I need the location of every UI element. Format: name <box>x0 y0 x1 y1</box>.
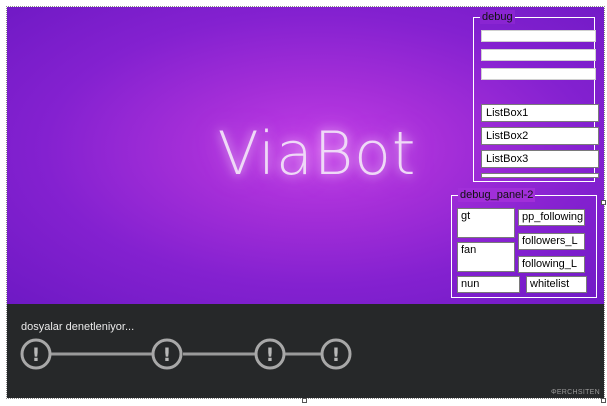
resize-handle-corner[interactable] <box>601 398 606 403</box>
svg-text:!: ! <box>32 344 41 366</box>
listbox-1[interactable]: ListBox1 <box>481 104 599 122</box>
watermark: ΦERCHSITEN <box>550 389 600 396</box>
step-1-warning-icon: ! <box>20 338 52 370</box>
resize-handle-bottom[interactable] <box>302 398 307 403</box>
listbox-2[interactable]: ListBox2 <box>481 127 599 145</box>
debug-groupbox: debug ListBox1 ListBox2 ListBox3 <box>473 10 599 182</box>
debug-textbox-3[interactable] <box>481 68 596 80</box>
step-4-warning-icon: ! <box>320 338 352 370</box>
splash-panel: ViaBot debug ListBox1 ListBox2 ListBox3 … <box>7 7 604 304</box>
whitelist-textbox[interactable]: whitelist <box>526 276 587 293</box>
following-l-textbox[interactable]: following_L <box>518 256 585 273</box>
status-bar: dosyalar denetleniyor... ! ! ! ! ΦERCHSI <box>7 304 604 398</box>
svg-text:!: ! <box>163 344 172 366</box>
debug-panel-2-label: debug_panel-2 <box>458 188 536 202</box>
fan-textbox[interactable]: fan <box>457 242 515 272</box>
pp-following-textbox[interactable]: pp_following <box>518 209 585 226</box>
step-3-warning-icon: ! <box>254 338 286 370</box>
listbox-4[interactable] <box>481 173 599 178</box>
debug-group-label: debug <box>480 10 515 24</box>
followers-l-textbox[interactable]: followers_L <box>518 233 585 250</box>
app-logo: ViaBot <box>217 119 417 189</box>
resize-handle-right[interactable] <box>601 200 606 205</box>
progress-steps: ! ! ! ! <box>20 338 352 370</box>
debug-panel-2-groupbox: debug_panel-2 gt fan nun pp_following fo… <box>451 188 597 298</box>
nun-textbox[interactable]: nun <box>457 276 520 293</box>
svg-text:!: ! <box>266 344 275 366</box>
step-2-warning-icon: ! <box>151 338 183 370</box>
listbox-3[interactable]: ListBox3 <box>481 150 599 168</box>
debug-textbox-1[interactable] <box>481 30 596 42</box>
main-window: ViaBot debug ListBox1 ListBox2 ListBox3 … <box>6 6 605 399</box>
debug-textbox-2[interactable] <box>481 49 596 61</box>
svg-text:!: ! <box>332 344 341 366</box>
gt-textbox[interactable]: gt <box>457 208 515 238</box>
